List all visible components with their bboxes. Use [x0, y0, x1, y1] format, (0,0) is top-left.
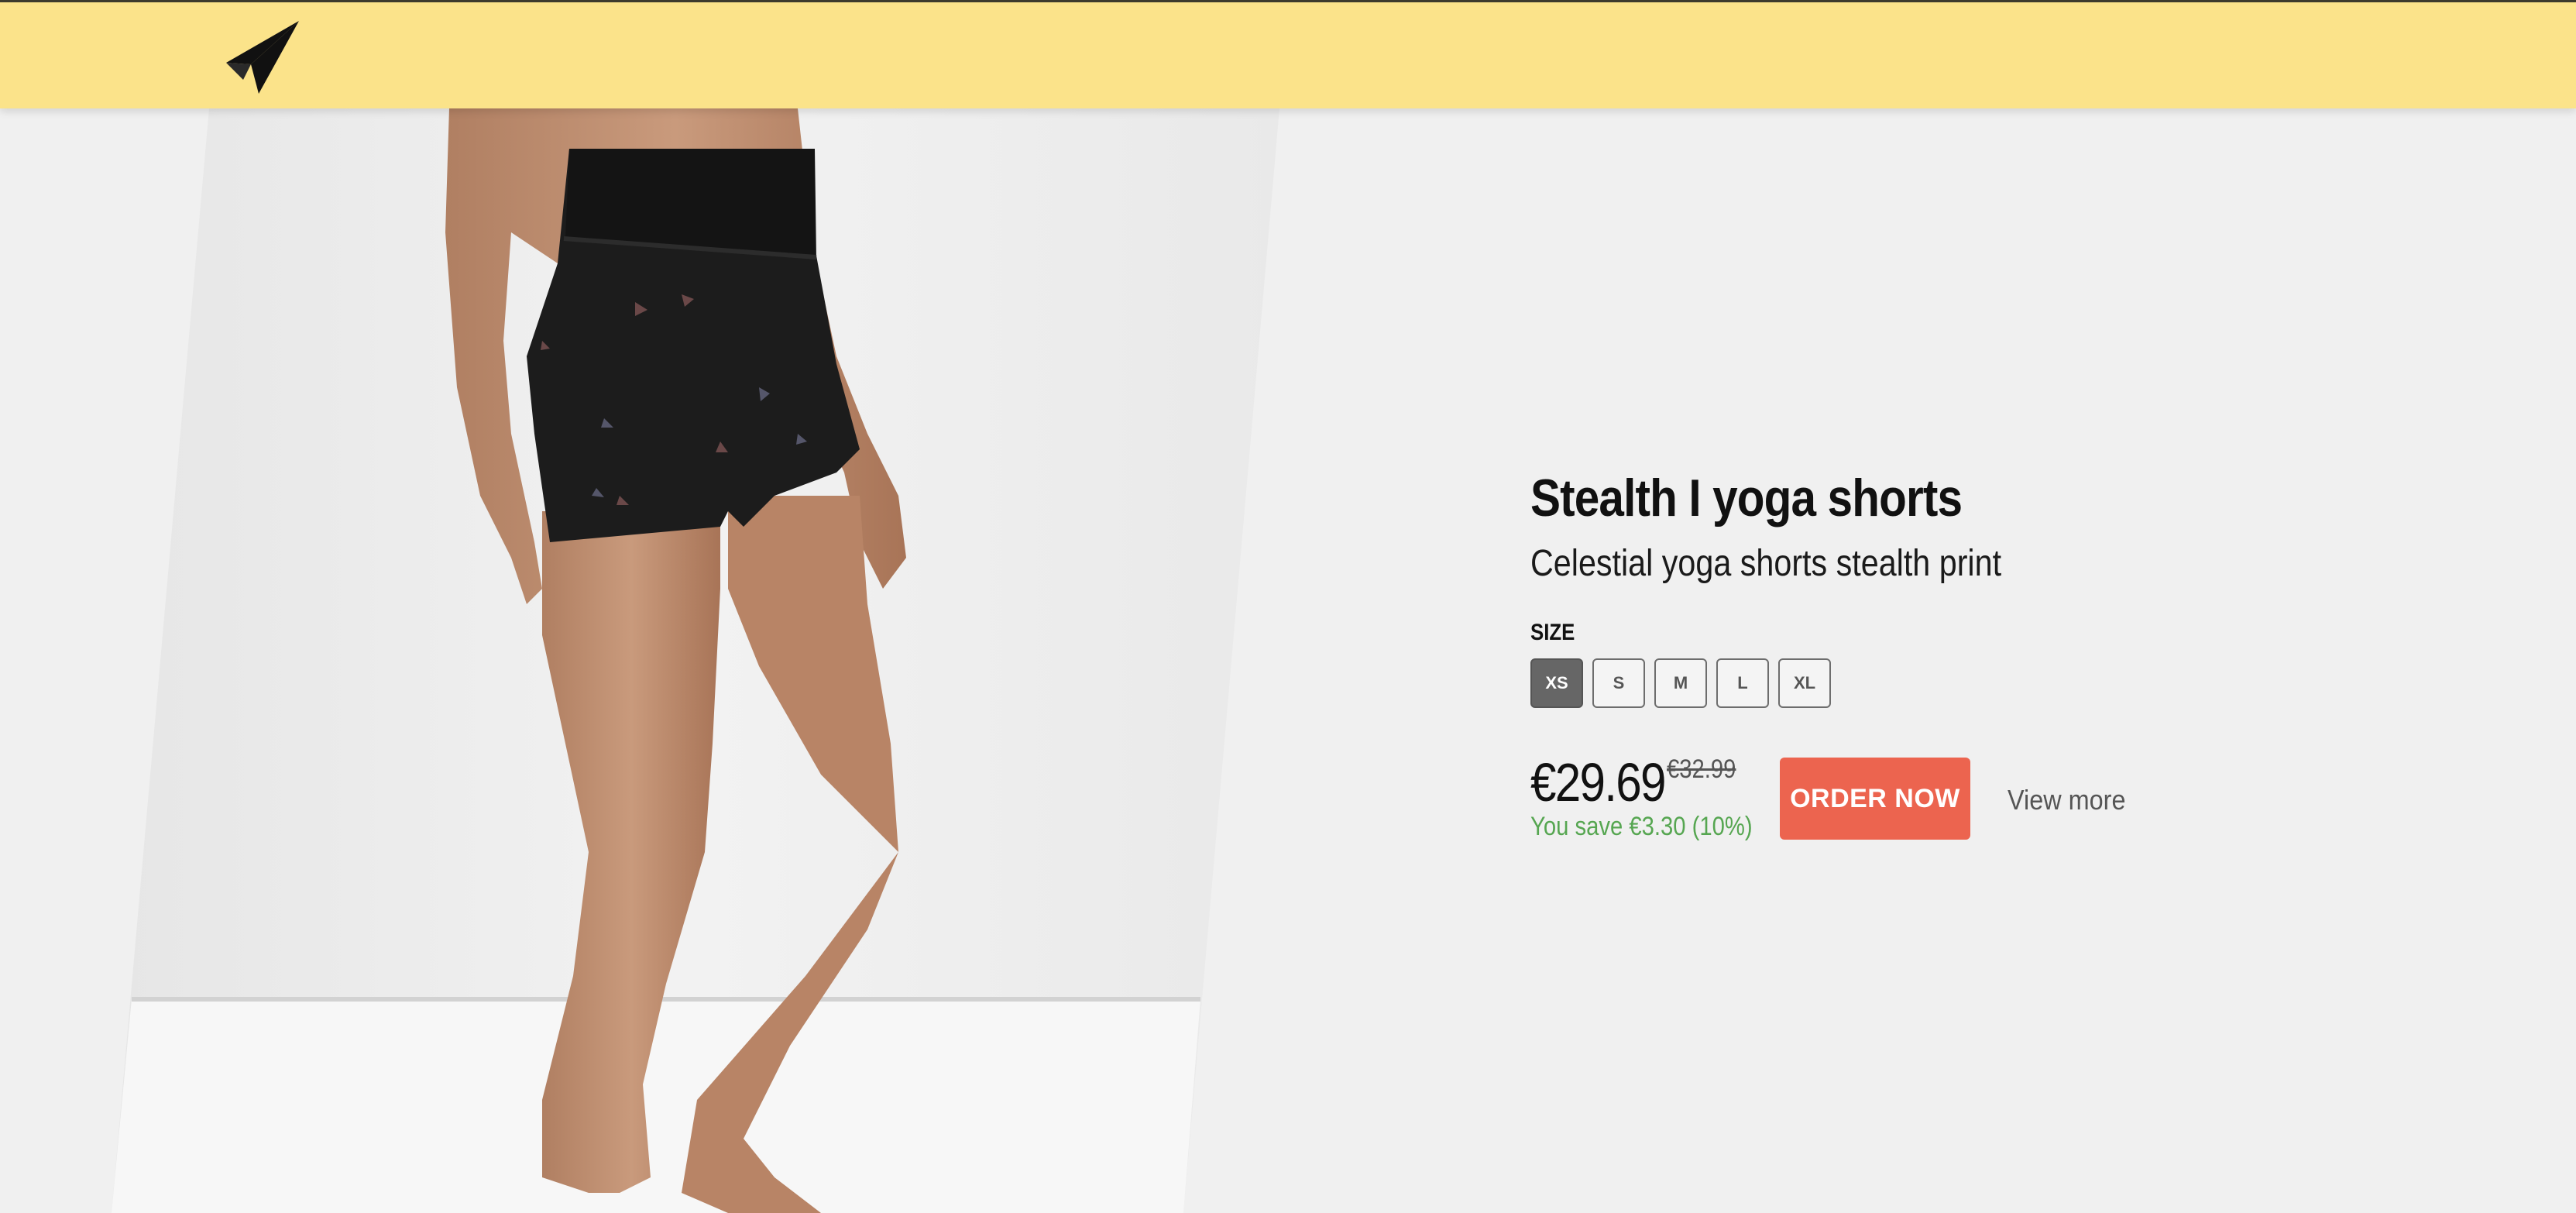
size-selector: XS S M L XL: [1530, 658, 2382, 708]
size-option-l[interactable]: L: [1716, 658, 1769, 708]
product-photo: [0, 108, 1317, 1213]
size-label: SIZE: [1530, 620, 1575, 645]
size-option-s[interactable]: S: [1592, 658, 1645, 708]
savings-text: You save €3.30 (10%): [1530, 812, 1753, 841]
paper-plane-logo-icon[interactable]: [220, 19, 301, 97]
current-price: €29.69: [1530, 752, 1667, 813]
product-info-panel: Stealth I yoga shorts Celestial yoga sho…: [1530, 463, 2382, 844]
top-header-bar: [0, 0, 2576, 108]
size-option-xl[interactable]: XL: [1778, 658, 1831, 708]
product-title: Stealth I yoga shorts: [1530, 469, 1963, 527]
view-more-link[interactable]: View more: [2008, 784, 2125, 816]
order-now-button[interactable]: ORDER NOW: [1780, 758, 1970, 840]
purchase-row: €29.69 €32.99 You save €3.30 (10%) ORDER…: [1530, 751, 2382, 844]
size-option-xs[interactable]: XS: [1530, 658, 1583, 708]
product-subtitle: Celestial yoga shorts stealth print: [1530, 543, 2002, 584]
original-price: €32.99: [1667, 754, 1736, 784]
size-option-m[interactable]: M: [1654, 658, 1707, 708]
